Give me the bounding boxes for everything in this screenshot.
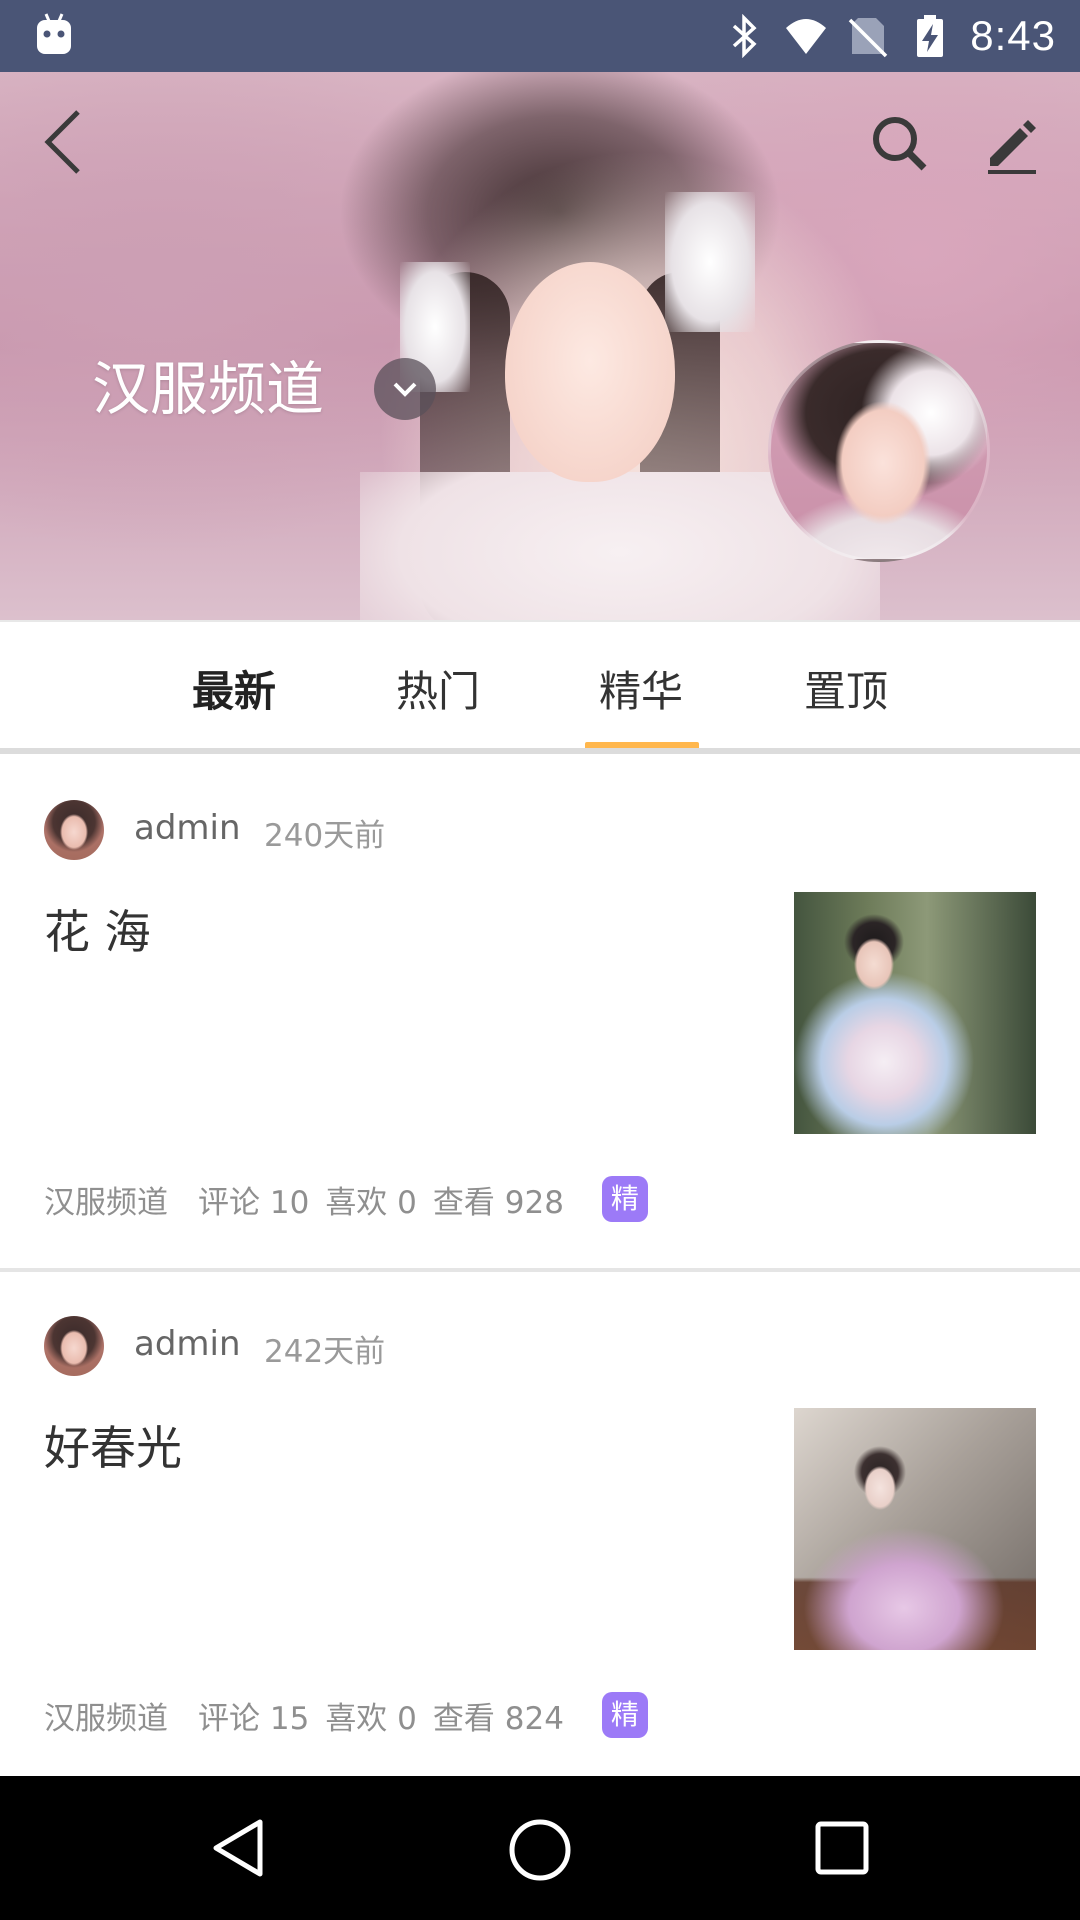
nav-back-icon[interactable] [208,1816,272,1880]
tab-hot[interactable]: 热门 [368,658,508,719]
status-bar: 8:43 [0,0,1080,72]
essence-badge: 精 [601,1176,648,1222]
post-comments: 评论 10 [198,1184,310,1221]
no-sim-icon [849,18,888,58]
post-title[interactable]: 好春光 [44,1412,182,1478]
channel-dropdown-button[interactable] [374,358,436,420]
post-meta: 汉服频道 评论 10 喜欢 0 查看 928 精 [44,1176,648,1222]
edit-icon[interactable] [980,112,1044,176]
battery-charging-icon [917,15,944,57]
wifi-icon [786,19,827,54]
post-channel[interactable]: 汉服频道 [44,1177,168,1222]
cover-image-face [505,262,675,482]
post-list-item[interactable]: admin 240天前 花 海 汉服频道 评论 10 喜欢 0 查看 928 精 [0,758,1080,1268]
post-time: 240天前 [264,818,386,854]
channel-title: 汉服频道 [92,355,325,423]
nav-recents-icon[interactable] [814,1820,870,1876]
nav-home-icon[interactable] [506,1816,574,1884]
divider [0,1268,1080,1272]
post-time: 242天前 [264,1334,386,1370]
post-author[interactable]: admin [134,1324,241,1364]
navigation-bar [0,1776,1080,1920]
search-icon[interactable] [868,112,932,176]
post-thumbnail[interactable] [794,892,1036,1134]
post-channel[interactable]: 汉服频道 [44,1693,168,1738]
avatar[interactable] [44,800,104,860]
tab-essence[interactable]: 精华 [571,658,711,719]
essence-badge: 精 [601,1692,648,1738]
tab-newest[interactable]: 最新 [164,658,304,719]
post-comments: 评论 15 [198,1700,310,1737]
post-likes: 喜欢 0 [325,1184,417,1221]
post-list-item[interactable]: admin 242天前 好春光 汉服频道 评论 15 喜欢 0 查看 824 精 [0,1274,1080,1784]
post-views: 查看 824 [432,1700,564,1737]
channel-avatar [768,340,990,562]
post-meta: 汉服频道 评论 15 喜欢 0 查看 824 精 [44,1692,648,1738]
divider [0,748,1080,754]
post-views: 查看 928 [432,1184,564,1221]
bluetooth-icon [733,14,757,58]
android-icon [37,13,71,54]
tab-pinned[interactable]: 置顶 [776,658,916,719]
cover-image-ornament [665,192,755,332]
post-likes: 喜欢 0 [325,1700,417,1737]
tab-bar: 最新 热门 精华 置顶 [0,620,1080,752]
clock: 8:43 [970,12,1056,59]
back-icon[interactable] [38,106,90,178]
channel-header: 汉服频道 [0,72,1080,620]
avatar[interactable] [44,1316,104,1376]
post-title[interactable]: 花 海 [44,896,151,962]
post-thumbnail[interactable] [794,1408,1036,1650]
chevron-down-icon [393,382,417,397]
post-author[interactable]: admin [134,808,241,848]
